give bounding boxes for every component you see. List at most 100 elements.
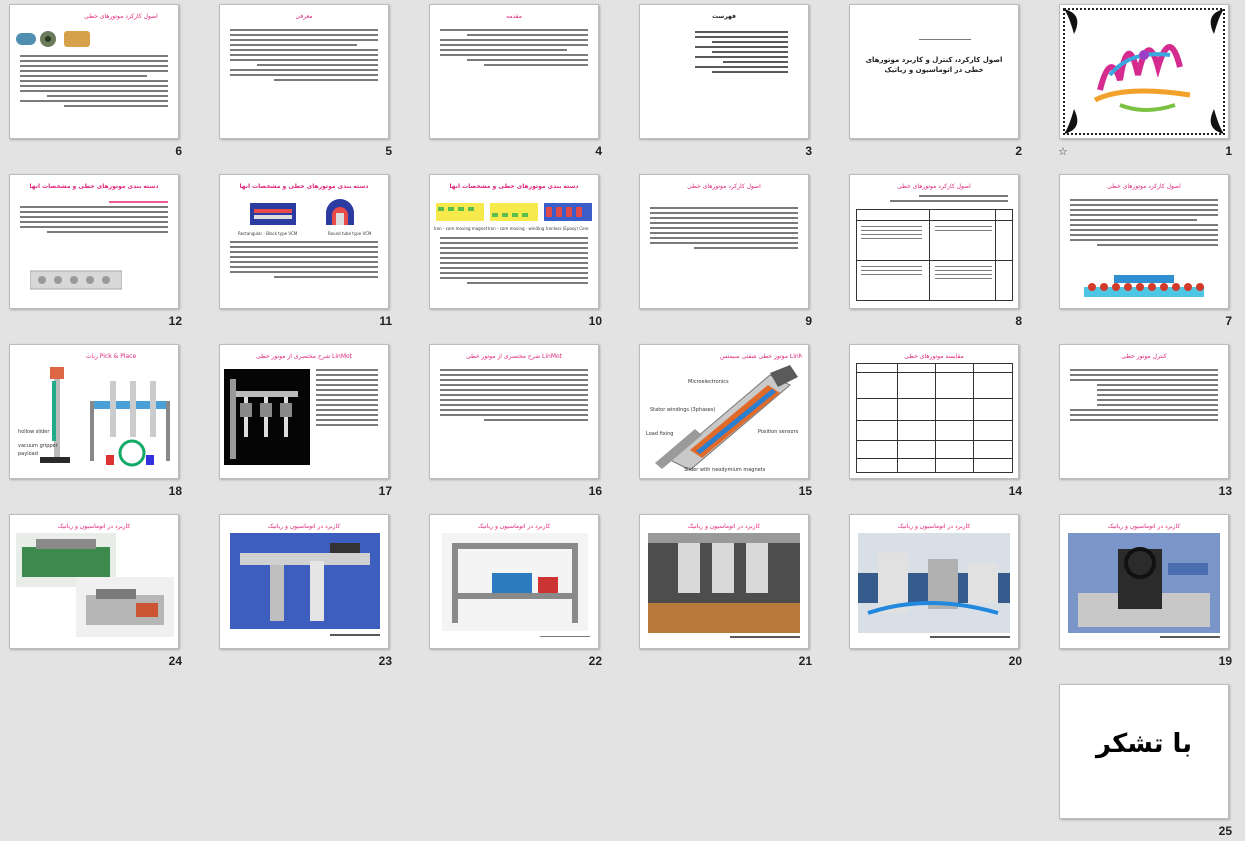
slide-thumbnail-20[interactable]: کاربرد در اتوماسیون و رباتیک [849,514,1019,649]
slide-number: 5 [385,144,392,158]
linmot-robot-photo [224,369,310,465]
slide-title: کاربرد در اتوماسیون و رباتیک [687,523,761,530]
comparison-table [856,209,1013,301]
slide-number: 21 [798,654,812,668]
slide-number: 9 [805,314,812,328]
slide-title: کاربرد در اتوماسیون و رباتیک [477,523,551,530]
slide-title: اصول کارکرد، کنترل و کاربرد موتورهای خطی… [865,56,1003,74]
slide-number: 22 [588,654,602,668]
diagram-label: vacuum gripper [18,443,58,449]
slide-thumbnail-9[interactable]: اصول کارکرد موتورهای خطی [639,174,809,309]
slide-number: 11 [379,314,392,328]
diagram-label: Stator windings (3phases) [650,407,716,413]
slide-title: کاربرد در اتوماسیون و رباتیک [1107,523,1181,530]
slide-thumbnail-16[interactable]: شرح مختصری از موتور خطی LinMot [429,344,599,479]
slide-thumbnail-23[interactable]: کاربرد در اتوماسیون و رباتیک [219,514,389,649]
slide-number: 3 [805,144,812,158]
slide-thumbnail-11[interactable]: دسته بندی موتورهای خطی و مشخصات آنها Rec… [219,174,389,309]
slide-thumbnail-14[interactable]: مقایسه موتورهای خطی [849,344,1019,479]
pick-place-diagram [40,367,170,467]
diagram-caption: Round tube type VCM [328,231,372,236]
diagram-caption: Rectangular - Block type VCM [238,231,298,236]
diagram-caption: Ironless (Epoxy) Core [546,226,589,231]
slide-number: 15 [798,484,812,498]
slide-number: 23 [378,654,392,668]
slide-thumbnail-3[interactable]: فهرست [639,4,809,139]
diagram-label: hollow slider [18,429,50,435]
slide-title: اصول کارکرد موتورهای خطی [897,183,971,190]
slide-thumbnail-21[interactable]: کاربرد در اتوماسیون و رباتیک [639,514,809,649]
machine-photo [648,533,800,633]
slide-thumbnail-5[interactable]: معرفی [219,4,389,139]
comparison-table [856,363,1013,473]
calligraphy-image [1063,8,1225,135]
industrial-machines-photo [16,533,174,637]
slide-title: دسته بندی موتورهای خطی و مشخصات آنها [29,183,159,190]
slide-number: 18 [168,484,182,498]
diagram-label: Load fixing [646,431,674,437]
slide-title: اصول کارکرد موتورهای خطی [84,13,158,20]
slide-number: 25 [1218,824,1232,838]
slide-title: دسته بندی موتورهای خطی و مشخصات آنها [449,183,579,190]
slide-thumbnail-19[interactable]: کاربرد در اتوماسیون و رباتیک [1059,514,1229,649]
slide-thumbnail-15[interactable]: موتور خطی شفتی سیمنس LinMot Microelectro… [639,344,809,479]
diagram-caption: Iron - core moving - winding [488,226,545,231]
slide-thumbnail-13[interactable]: کنترل موتور خطی [1059,344,1229,479]
slide-title: اصول کارکرد موتورهای خطی [687,183,761,190]
slide-number: 6 [175,144,182,158]
slide-title: مقایسه موتورهای خطی [904,353,964,360]
slide-number: 10 [588,314,602,328]
diagram-label: payload [18,451,38,457]
slide-title: کنترل موتور خطی [1121,353,1167,360]
slide-number: 12 [168,314,182,328]
animation-star-icon[interactable]: ☆ [1058,145,1068,158]
vcm-diagram [250,199,354,225]
slide-number: 14 [1008,484,1022,498]
ironless-motor-image [30,270,122,290]
machine-frame-photo [442,533,588,631]
slide-title: فهرست [712,13,736,20]
slide-number: 4 [595,144,602,158]
slide-number: 2 [1015,144,1022,158]
slide-thumbnail-10[interactable]: دسته بندی موتورهای خطی و مشخصات آنها Iro… [429,174,599,309]
slide-thumbnail-1[interactable] [1059,4,1229,139]
slide-number: 24 [168,654,182,668]
slide-title: شرح مختصری از موتور خطی LinMot [465,353,563,360]
slide-number: 8 [1015,314,1022,328]
machine-photo [858,533,1010,633]
slide-title: موتور خطی شفتی سیمنس LinMot [720,353,802,360]
machine-photo [1068,533,1220,633]
slide-number: 1 [1225,144,1232,158]
slide-title: ربات Pick & Place [85,353,137,360]
slide-number: 19 [1218,654,1232,668]
slide-thumbnail-25[interactable]: با تشکر [1059,684,1229,819]
diagram-label: Microelectronics [688,379,729,385]
diagram-label: Position sensors [758,429,799,435]
slide-title: معرفی [295,13,313,20]
slide-thumbnail-2[interactable]: اصول کارکرد، کنترل و کاربرد موتورهای خطی… [849,4,1019,139]
slide-thumbnail-7[interactable]: اصول کارکرد موتورهای خطی [1059,174,1229,309]
slide-thumbnail-6[interactable]: اصول کارکرد موتورهای خطی [9,4,179,139]
diagram-label: Slider with neodymium magnets [684,467,766,473]
slide-thumbnail-22[interactable]: کاربرد در اتوماسیون و رباتیک [429,514,599,649]
slide-thumbnail-17[interactable]: شرح مختصری از موتور خطی LinMot [219,344,389,479]
slide-thumbnail-8[interactable]: اصول کارکرد موتورهای خطی [849,174,1019,309]
slide-sorter-grid: 1 ☆ اصول کارکرد، کنترل و کاربرد موتورهای… [0,0,1245,841]
slide-thumbnail-24[interactable]: کاربرد در اتوماسیون و رباتیک [9,514,179,649]
motor-rolls-image [16,31,90,47]
gantry-robot-photo [230,533,380,629]
diagram-caption: Iron - core moving magnet [434,226,488,231]
slide-number: 17 [378,484,392,498]
slide-thumbnail-18[interactable]: ربات Pick & Place hollow slider vacuum g… [9,344,179,479]
slide-title: شرح مختصری از موتور خطی LinMot [255,353,353,360]
slide-title: کاربرد در اتوماسیون و رباتیک [267,523,341,530]
magnet-track-image [1084,275,1204,297]
slide-title: کاربرد در اتوماسیون و رباتیک [57,523,131,530]
slide-thumbnail-4[interactable]: مقدمه [429,4,599,139]
slide-title: کاربرد در اتوماسیون و رباتیک [897,523,971,530]
slide-thumbnail-12[interactable]: دسته بندی موتورهای خطی و مشخصات آنها [9,174,179,309]
slide-title: مقدمه [506,13,522,20]
slide-title: اصول کارکرد موتورهای خطی [1107,183,1181,190]
slide-number: 7 [1225,314,1232,328]
slide-title: دسته بندی موتورهای خطی و مشخصات آنها [239,183,369,190]
